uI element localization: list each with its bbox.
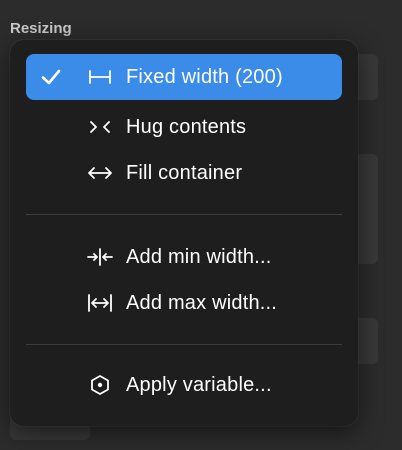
resizing-dropdown-menu: Fixed width (200) Hug contents Fill cont… — [10, 40, 358, 426]
menu-item-label: Hug contents — [126, 116, 247, 138]
menu-item-fixed-width[interactable]: Fixed width (200) — [26, 54, 342, 100]
menu-item-fill-container[interactable]: Fill container — [26, 150, 342, 196]
hug-contents-icon — [90, 121, 110, 133]
max-width-icon — [88, 294, 112, 312]
menu-item-add-min-width[interactable]: Add min width... — [26, 234, 342, 280]
menu-item-apply-variable[interactable]: Apply variable... — [26, 362, 342, 408]
menu-item-label: Add max width... — [126, 292, 278, 314]
menu-divider — [26, 214, 342, 215]
menu-item-label: Apply variable... — [126, 374, 272, 396]
menu-item-hug-contents[interactable]: Hug contents — [26, 104, 342, 150]
menu-divider — [26, 344, 342, 345]
checkmark-icon — [41, 69, 61, 85]
menu-item-add-max-width[interactable]: Add max width... — [26, 280, 342, 326]
fixed-width-icon — [89, 70, 111, 84]
min-width-icon — [87, 248, 113, 266]
menu-item-label: Fixed width (200) — [126, 66, 283, 88]
section-label-resizing: Resizing — [10, 20, 72, 37]
fill-container-icon — [88, 167, 112, 179]
menu-item-label: Fill container — [126, 162, 243, 184]
variable-hexagon-icon — [91, 375, 109, 395]
menu-item-label: Add min width... — [126, 246, 272, 268]
